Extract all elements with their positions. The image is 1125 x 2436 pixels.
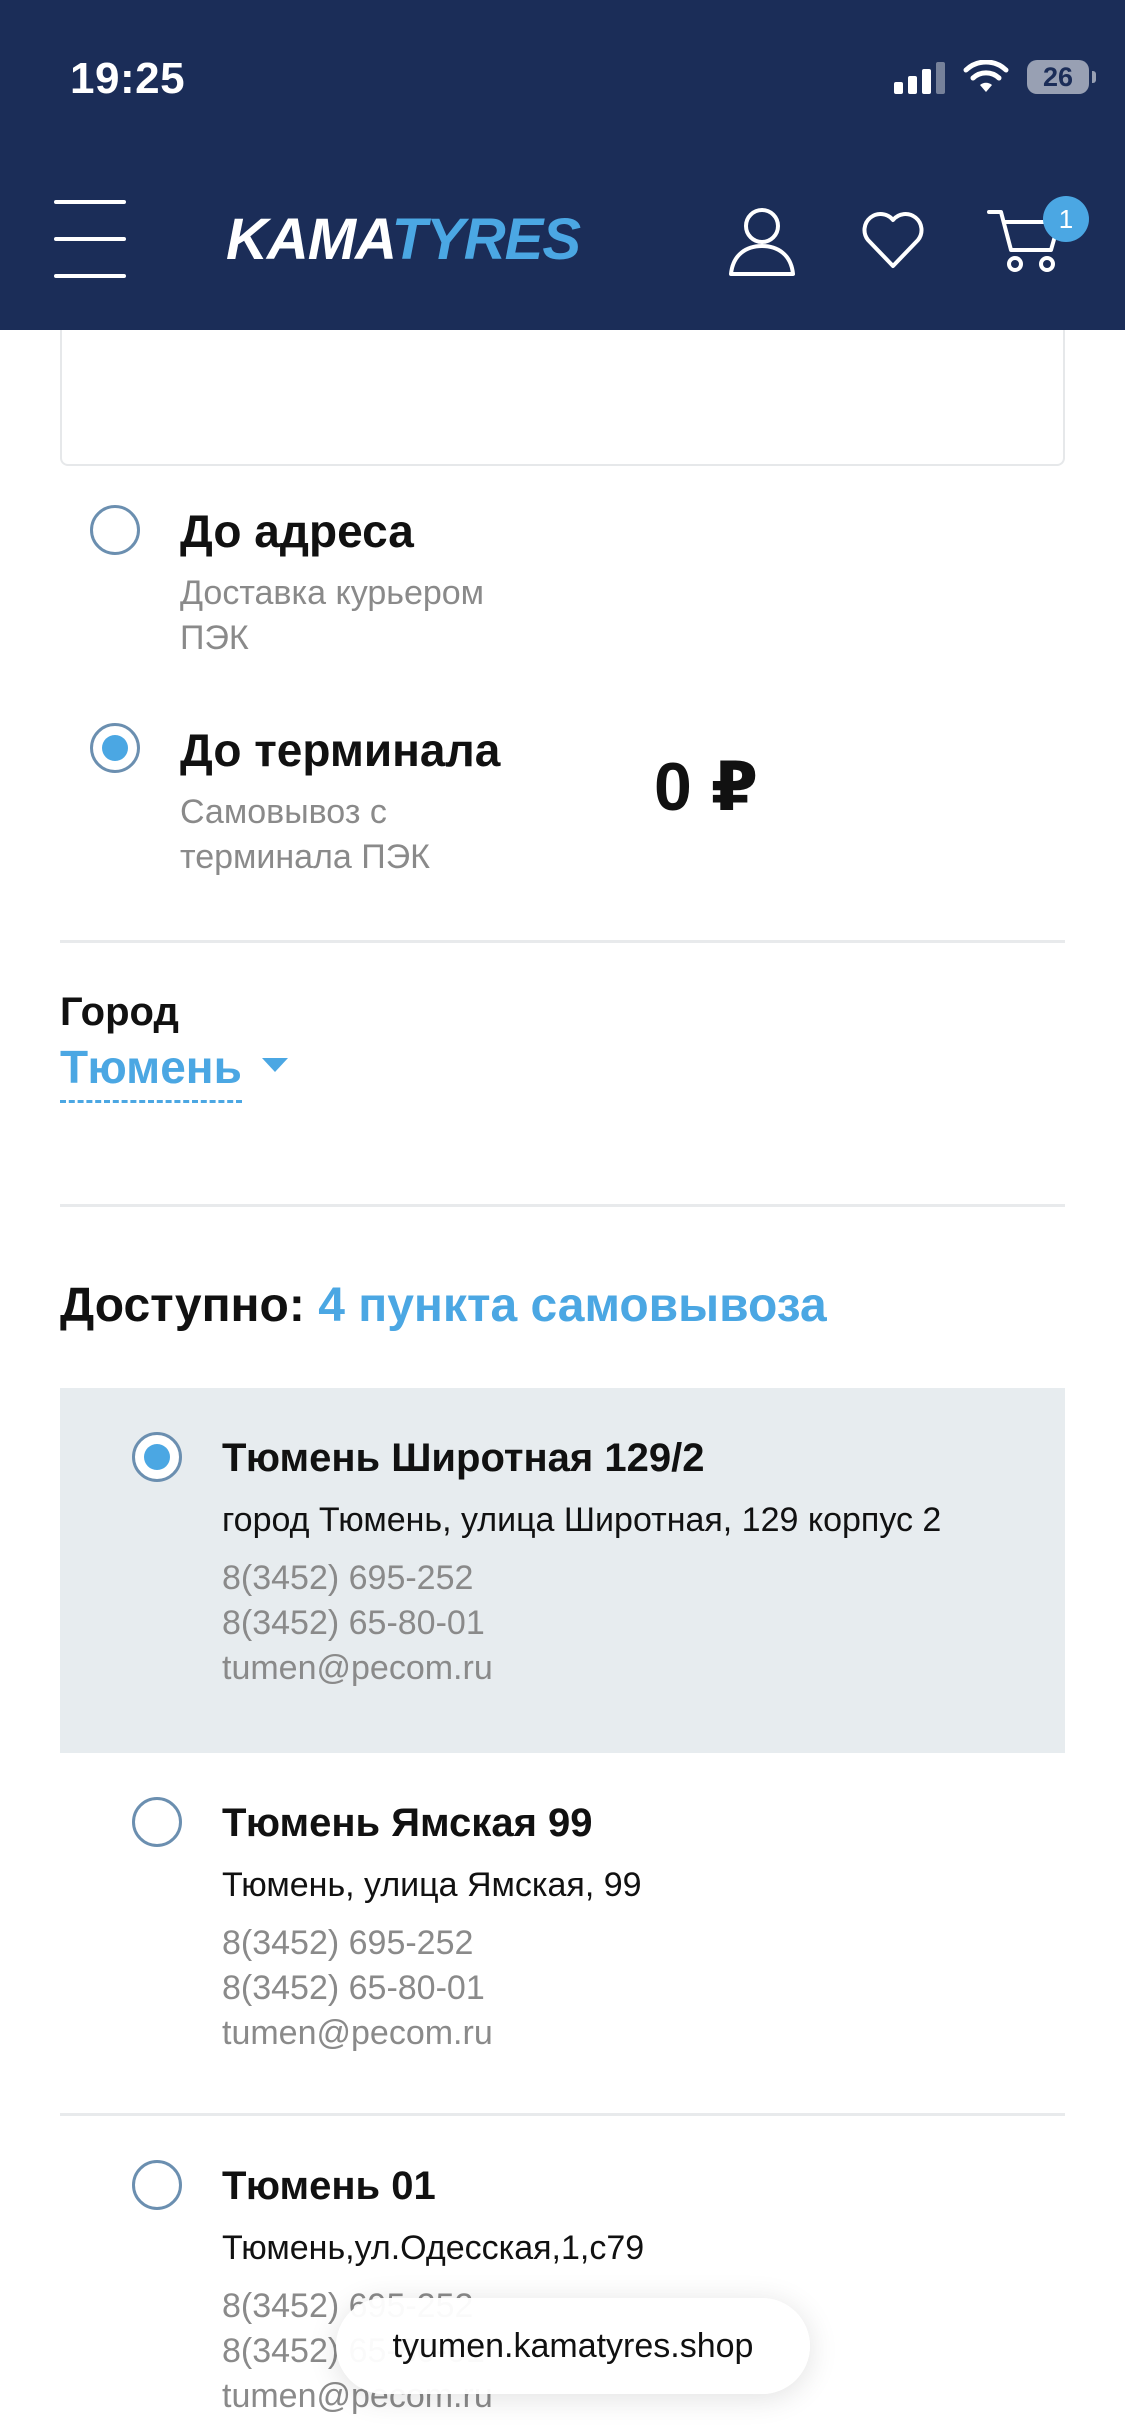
divider — [60, 940, 1065, 943]
pickup-point-radio[interactable] — [132, 1432, 182, 1482]
pickup-point-address: город Тюмень, улица Широтная, 129 корпус… — [222, 1501, 942, 1539]
user-icon[interactable] — [722, 200, 802, 280]
pickup-point-name: Тюмень Широтная 129/2 — [222, 1436, 705, 1480]
pickup-point-radio[interactable] — [132, 2160, 182, 2210]
city-select[interactable]: Тюмень — [60, 1040, 288, 1103]
available-count[interactable]: 4 пункта самовывоза — [318, 1279, 826, 1332]
caret-down-icon[interactable] — [261, 1058, 288, 1072]
status-icons: 26 — [894, 60, 1096, 94]
battery-icon: 26 — [1027, 60, 1096, 94]
previous-field-box — [60, 330, 1065, 466]
cart-count-badge: 1 — [1043, 196, 1089, 242]
status-time: 19:25 — [70, 54, 186, 103]
logo-kama: KAMA — [226, 207, 393, 272]
heart-icon[interactable] — [853, 200, 933, 280]
city-label: Город — [60, 990, 179, 1034]
option-to-terminal-subtitle-line2: терминала ПЭК — [180, 838, 430, 876]
divider — [60, 1204, 1065, 1207]
pickup-point-name: Тюмень Ямская 99 — [222, 1801, 593, 1845]
wifi-icon — [963, 60, 1009, 92]
menu-icon[interactable] — [54, 200, 126, 278]
pickup-point-name: Тюмень 01 — [222, 2164, 436, 2208]
pickup-point-address: Тюмень,ул.Одесская,1,с79 — [222, 2229, 645, 2267]
option-to-terminal-subtitle-line1: Самовывоз с — [180, 793, 387, 831]
logo-tyres: TYRES — [391, 207, 581, 272]
option-to-address-title[interactable]: До адреса — [180, 504, 414, 558]
pickup-point-phone: 8(3452) 695-252 — [222, 1559, 474, 1597]
pickup-point-phone: 8(3452) 65-80-01 — [222, 1969, 485, 2007]
battery-level: 26 — [1042, 61, 1074, 92]
pickup-point-phone: 8(3452) 695-252 — [222, 1924, 474, 1962]
radio-to-address[interactable] — [90, 505, 140, 555]
pickup-point-phone: 8(3452) 65-80-01 — [222, 1604, 485, 1642]
option-to-terminal-title[interactable]: До терминала — [180, 723, 500, 777]
app-header: 19:25 26 KAMATYRES 1 — [0, 0, 1125, 330]
pickup-point-email: tumen@pecom.ru — [222, 1649, 493, 1687]
pickup-point-item[interactable]: Тюмень Ямская 99 Тюмень, улица Ямская, 9… — [60, 1753, 1065, 2113]
option-to-address-subtitle-line2: ПЭК — [180, 619, 249, 657]
browser-url-bar[interactable]: tyumen.kamatyres.shop — [336, 2298, 810, 2394]
option-to-address-subtitle-line1: Доставка курьером — [180, 574, 485, 612]
pickup-point-radio[interactable] — [132, 1797, 182, 1847]
pickup-point-item[interactable]: Тюмень Широтная 129/2 город Тюмень, улиц… — [60, 1388, 1065, 1753]
delivery-price: 0 ₽ — [654, 749, 759, 825]
pickup-point-email: tumen@pecom.ru — [222, 2014, 493, 2052]
pickup-point-address: Тюмень, улица Ямская, 99 — [222, 1866, 642, 1904]
cellular-signal-icon — [894, 60, 945, 94]
available-label: Доступно: — [60, 1279, 305, 1332]
radio-to-terminal[interactable] — [90, 723, 140, 773]
available-pickup-heading: Доступно: 4 пункта самовывоза — [60, 1278, 827, 1333]
kamatyres-logo[interactable]: KAMATYRES — [226, 211, 581, 269]
city-value[interactable]: Тюмень — [60, 1040, 242, 1103]
